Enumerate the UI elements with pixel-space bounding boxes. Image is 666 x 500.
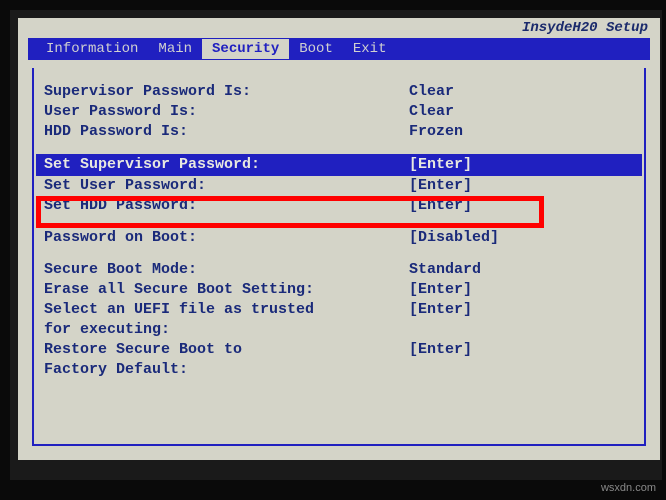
row-label: Restore Secure Boot to bbox=[44, 340, 409, 360]
row-value: Clear bbox=[409, 102, 634, 122]
row-value: [Enter] bbox=[409, 280, 634, 300]
row-label: Set HDD Password: bbox=[44, 196, 409, 216]
row-label: Password on Boot: bbox=[44, 228, 409, 248]
row-label: for executing: bbox=[44, 320, 409, 340]
menu-tab-exit[interactable]: Exit bbox=[343, 39, 397, 59]
row-value: [Enter] bbox=[409, 300, 634, 320]
row-value: [Enter] bbox=[409, 340, 634, 360]
set-user-password-row[interactable]: Set User Password: [Enter] bbox=[44, 176, 634, 196]
row-label: Select an UEFI file as trusted bbox=[44, 300, 409, 320]
row-label: Supervisor Password Is: bbox=[44, 82, 409, 102]
bios-brand-title: InsydeH20 Setup bbox=[522, 20, 648, 36]
row-value: [Disabled] bbox=[409, 228, 634, 248]
row-value: Clear bbox=[409, 82, 634, 102]
row-value: Standard bbox=[409, 260, 634, 280]
menu-tab-boot[interactable]: Boot bbox=[289, 39, 343, 59]
security-panel: Supervisor Password Is: Clear User Passw… bbox=[32, 68, 646, 446]
set-supervisor-password-row[interactable]: Set Supervisor Password: [Enter] bbox=[36, 154, 642, 176]
select-uefi-file-row[interactable]: Select an UEFI file as trusted [Enter] bbox=[44, 300, 634, 320]
supervisor-password-status-row: Supervisor Password Is: Clear bbox=[44, 82, 634, 102]
select-uefi-file-cont-row: for executing: bbox=[44, 320, 634, 340]
restore-secure-boot-cont-row: Factory Default: bbox=[44, 360, 634, 380]
row-label: User Password Is: bbox=[44, 102, 409, 122]
row-value: Frozen bbox=[409, 122, 634, 142]
row-label: Erase all Secure Boot Setting: bbox=[44, 280, 409, 300]
bios-screen: InsydeH20 Setup Information Main Securit… bbox=[18, 18, 660, 460]
hdd-password-status-row: HDD Password Is: Frozen bbox=[44, 122, 634, 142]
menu-bar: Information Main Security Boot Exit bbox=[28, 38, 650, 60]
row-label: HDD Password Is: bbox=[44, 122, 409, 142]
user-password-status-row: User Password Is: Clear bbox=[44, 102, 634, 122]
watermark-text: wsxdn.com bbox=[601, 482, 656, 494]
menu-tab-main[interactable]: Main bbox=[148, 39, 202, 59]
row-label: Set Supervisor Password: bbox=[44, 155, 409, 175]
row-value: [Enter] bbox=[409, 196, 634, 216]
password-on-boot-row[interactable]: Password on Boot: [Disabled] bbox=[44, 228, 634, 248]
secure-boot-mode-row[interactable]: Secure Boot Mode: Standard bbox=[44, 260, 634, 280]
row-label: Factory Default: bbox=[44, 360, 409, 380]
menu-tab-security[interactable]: Security bbox=[202, 39, 289, 59]
row-value: [Enter] bbox=[409, 155, 634, 175]
row-value: [Enter] bbox=[409, 176, 634, 196]
row-label: Set User Password: bbox=[44, 176, 409, 196]
restore-secure-boot-row[interactable]: Restore Secure Boot to [Enter] bbox=[44, 340, 634, 360]
set-hdd-password-row[interactable]: Set HDD Password: [Enter] bbox=[44, 196, 634, 216]
menu-tab-information[interactable]: Information bbox=[36, 39, 148, 59]
row-label: Secure Boot Mode: bbox=[44, 260, 409, 280]
erase-secure-boot-row[interactable]: Erase all Secure Boot Setting: [Enter] bbox=[44, 280, 634, 300]
